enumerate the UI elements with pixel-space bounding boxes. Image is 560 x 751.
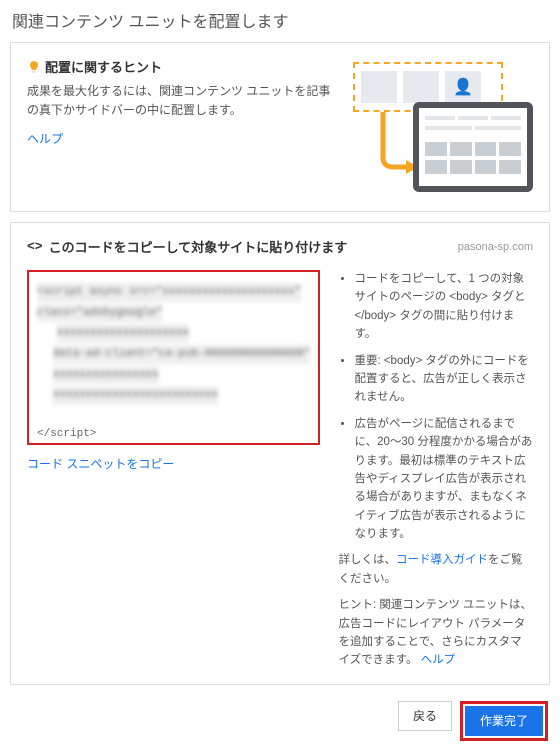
copy-title-text: このコードをコピーして対象サイトに貼り付けます bbox=[49, 237, 348, 256]
hint-help-link[interactable]: ヘルプ bbox=[421, 654, 456, 666]
hint-heading: 配置に関するヒント bbox=[27, 57, 337, 76]
domain-label: pasona-sp.com bbox=[458, 241, 533, 253]
code-guide-link[interactable]: コード導入ガイド bbox=[396, 554, 488, 566]
hint-heading-text: 配置に関するヒント bbox=[45, 57, 162, 76]
placement-hint-card: 配置に関するヒント 成果を最大化するには、関連コンテンツ ユニットを記事の真下か… bbox=[10, 42, 550, 212]
illustration-device bbox=[413, 102, 533, 192]
code-line: data-ad-client="ca-pub-000000000000000" bbox=[53, 345, 310, 364]
copy-section-title: <> このコードをコピーして対象サイトに貼り付けます bbox=[27, 237, 347, 256]
info-more: 詳しくは、コード導入ガイドをご覧ください。 bbox=[338, 551, 533, 588]
code-line: xxxxxxxxxxxxxxxxxxxxxxxxx bbox=[53, 386, 218, 405]
info-hint: ヒント: 関連コンテンツ ユニットは、広告コードにレイアウト パラメータを追加す… bbox=[338, 596, 533, 670]
code-line: xxxxxxxxxxxxxxxxxxxx bbox=[57, 324, 189, 343]
code-copy-card: <> このコードをコピーして対象サイトに貼り付けます pasona-sp.com… bbox=[10, 222, 550, 685]
code-line: </script> bbox=[37, 428, 96, 440]
illustration-thumb-icon bbox=[403, 71, 439, 103]
illustration-thumb-icon: 👤 bbox=[445, 71, 481, 103]
help-link[interactable]: ヘルプ bbox=[27, 132, 63, 146]
page-title: 関連コンテンツ ユニットを配置します bbox=[0, 0, 560, 38]
info-item: 広告がページに配信されるまでに、20～30 分程度かかる場合があります。最初は標… bbox=[354, 415, 533, 544]
info-list: コードをコピーして、1 つの対象サイトのページの <body> タグと </bo… bbox=[338, 270, 533, 670]
illustration-thumb-icon bbox=[361, 71, 397, 103]
copy-snippet-link[interactable]: コード スニペットをコピー bbox=[27, 455, 174, 472]
placement-illustration: 👤 bbox=[353, 57, 533, 197]
footer-buttons: 戻る 作業完了 bbox=[0, 695, 560, 751]
code-line: <script async src="xxxxxxxxxxxxxxxxxxxx" bbox=[37, 283, 301, 302]
info-item: コードをコピーして、1 つの対象サイトのページの <body> タグと </bo… bbox=[354, 270, 533, 344]
lightbulb-icon bbox=[27, 60, 41, 74]
code-snippet-box: <script async src="xxxxxxxxxxxxxxxxxxxx"… bbox=[27, 270, 320, 445]
hint-description: 成果を最大化するには、関連コンテンツ ユニットを記事の真下かサイドバーの中に配置… bbox=[27, 82, 337, 120]
code-line: xxxxxxxxxxxxxxxx bbox=[53, 366, 159, 385]
code-line: class="adsbygoogle" bbox=[37, 304, 162, 323]
code-icon: <> bbox=[27, 239, 43, 254]
back-button[interactable]: 戻る bbox=[398, 701, 452, 731]
submit-button[interactable]: 作業完了 bbox=[465, 706, 543, 736]
info-item: 重要: <body> タグの外にコードを配置すると、広告が正しく表示されません。 bbox=[354, 352, 533, 407]
submit-button-highlight: 作業完了 bbox=[460, 701, 548, 741]
